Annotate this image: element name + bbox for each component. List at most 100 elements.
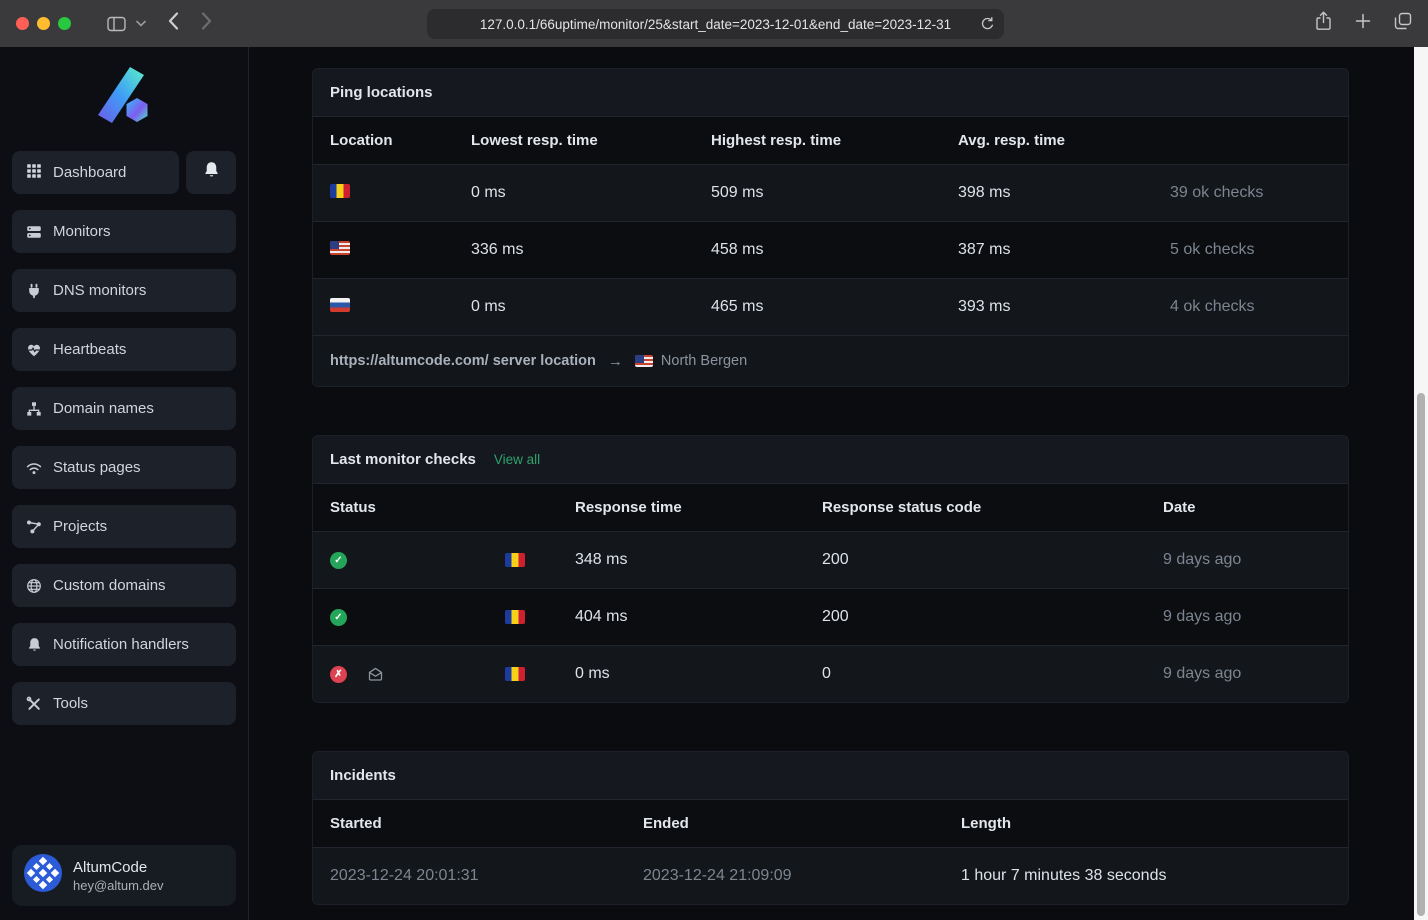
sitemap-icon	[26, 401, 42, 417]
ok-checks-count: 39 ok checks	[1170, 184, 1331, 202]
table-header-row: Started Ended Length	[313, 800, 1348, 847]
scrollbar-thumb[interactable]	[1417, 393, 1425, 916]
table-row: 0 ms 0 9 days ago	[313, 645, 1348, 702]
close-window-button[interactable]	[16, 17, 29, 30]
sidebar-item-label: Projects	[53, 518, 107, 535]
column-header: Lowest resp. time	[471, 132, 711, 149]
notification-sent-envelope-icon	[367, 666, 384, 682]
response-time: 0 ms	[575, 665, 822, 683]
lowest-resp-time: 336 ms	[471, 241, 711, 259]
user-account-card[interactable]: AltumCode hey@altum.dev	[12, 845, 236, 906]
table-row: 348 ms 200 9 days ago	[313, 531, 1348, 588]
server-location-value: North Bergen	[661, 353, 747, 369]
sidebar-item-label: Tools	[53, 695, 88, 712]
back-button[interactable]	[168, 12, 179, 35]
last-monitor-checks-card: Last monitor checks View all Status Resp…	[312, 435, 1349, 703]
table-row: 2023-12-24 20:01:31 2023-12-24 21:09:09 …	[313, 847, 1348, 904]
sidebar-item-label: Heartbeats	[53, 341, 126, 358]
status-ok-icon	[330, 552, 347, 569]
highest-resp-time: 458 ms	[711, 241, 958, 259]
arrow-right-icon: →	[608, 353, 623, 370]
romania-flag-icon	[505, 553, 525, 567]
plug-icon	[26, 283, 42, 299]
share-icon[interactable]	[1315, 11, 1332, 36]
heart-pulse-icon	[26, 342, 42, 358]
app-logo	[96, 67, 152, 128]
usa-flag-icon	[635, 355, 653, 367]
new-tab-icon[interactable]	[1355, 13, 1371, 34]
sidebar-item-tools[interactable]: Tools	[12, 682, 236, 725]
sidebar-item-label: Monitors	[53, 223, 111, 240]
lowest-resp-time: 0 ms	[471, 184, 711, 202]
sidebar-item-status-pages[interactable]: Status pages	[12, 446, 236, 489]
highest-resp-time: 465 ms	[711, 298, 958, 316]
sidebar-item-label: Notification handlers	[53, 636, 189, 653]
romania-flag-icon	[330, 184, 350, 198]
sidebar-item-label: DNS monitors	[53, 282, 146, 299]
column-header: Status	[330, 499, 575, 516]
sidebar-item-notification-handlers[interactable]: Notification handlers	[12, 623, 236, 666]
table-row: 0 ms 465 ms 393 ms 4 ok checks	[313, 278, 1348, 335]
column-header: Ended	[643, 815, 961, 832]
browser-chrome: 127.0.0.1/66uptime/monitor/25&start_date…	[0, 0, 1428, 47]
view-all-link[interactable]: View all	[494, 452, 540, 467]
sidebar: Dashboard Monitors	[0, 47, 249, 920]
table-row: 0 ms 509 ms 398 ms 39 ok checks	[313, 164, 1348, 221]
check-date: 9 days ago	[1163, 665, 1331, 683]
column-header: Response status code	[822, 499, 1163, 516]
network-nodes-icon	[26, 519, 42, 535]
wifi-icon	[26, 460, 42, 476]
server-location-label: https://altumcode.com/ server location	[330, 353, 596, 369]
bell-icon	[26, 637, 42, 653]
sidebar-item-label: Status pages	[53, 459, 141, 476]
tools-icon	[26, 696, 42, 712]
grid-icon	[26, 163, 42, 183]
incident-started: 2023-12-24 20:01:31	[330, 867, 643, 885]
table-header-row: Status Response time Response status cod…	[313, 484, 1348, 531]
ping-locations-card: Ping locations Location Lowest resp. tim…	[312, 68, 1349, 387]
sidebar-item-dns-monitors[interactable]: DNS monitors	[12, 269, 236, 312]
incident-ended: 2023-12-24 21:09:09	[643, 867, 961, 885]
response-status-code: 200	[822, 608, 1163, 626]
minimize-window-button[interactable]	[37, 17, 50, 30]
scrollbar-track[interactable]	[1414, 47, 1428, 920]
ok-checks-count: 4 ok checks	[1170, 298, 1331, 316]
user-name: AltumCode	[73, 859, 164, 876]
column-header: Location	[330, 132, 471, 149]
sidebar-item-label: Custom domains	[53, 577, 166, 594]
ok-checks-count: 5 ok checks	[1170, 241, 1331, 259]
check-date: 9 days ago	[1163, 551, 1331, 569]
check-date: 9 days ago	[1163, 608, 1331, 626]
address-bar[interactable]: 127.0.0.1/66uptime/monitor/25&start_date…	[427, 9, 1004, 39]
refresh-icon[interactable]	[980, 16, 995, 35]
column-header: Length	[961, 815, 1331, 832]
highest-resp-time: 509 ms	[711, 184, 958, 202]
lowest-resp-time: 0 ms	[471, 298, 711, 316]
column-header: Avg. resp. time	[958, 132, 1170, 149]
globe-icon	[26, 578, 42, 594]
server-location-footer: https://altumcode.com/ server location →…	[313, 335, 1348, 386]
sidebar-item-heartbeats[interactable]: Heartbeats	[12, 328, 236, 371]
sidebar-toggle-icon[interactable]	[107, 16, 126, 32]
sidebar-item-custom-domains[interactable]: Custom domains	[12, 564, 236, 607]
column-header: Date	[1163, 499, 1331, 516]
chevron-down-icon[interactable]	[136, 20, 146, 27]
usa-flag-icon	[330, 241, 350, 255]
russia-flag-icon	[330, 298, 350, 312]
notifications-button[interactable]	[186, 151, 236, 194]
forward-button[interactable]	[201, 12, 212, 35]
card-title: Last monitor checks	[330, 451, 476, 468]
card-title: Ping locations	[330, 84, 433, 101]
tab-overview-icon[interactable]	[1394, 12, 1412, 35]
card-title: Incidents	[330, 767, 396, 784]
sidebar-item-monitors[interactable]: Monitors	[12, 210, 236, 253]
sidebar-item-dashboard[interactable]: Dashboard	[12, 151, 179, 194]
user-email: hey@altum.dev	[73, 878, 164, 893]
zoom-window-button[interactable]	[58, 17, 71, 30]
sidebar-item-projects[interactable]: Projects	[12, 505, 236, 548]
sidebar-item-domain-names[interactable]: Domain names	[12, 387, 236, 430]
main-content: Ping locations Location Lowest resp. tim…	[249, 47, 1428, 920]
server-icon	[26, 224, 42, 240]
status-fail-icon	[330, 666, 347, 683]
status-ok-icon	[330, 609, 347, 626]
